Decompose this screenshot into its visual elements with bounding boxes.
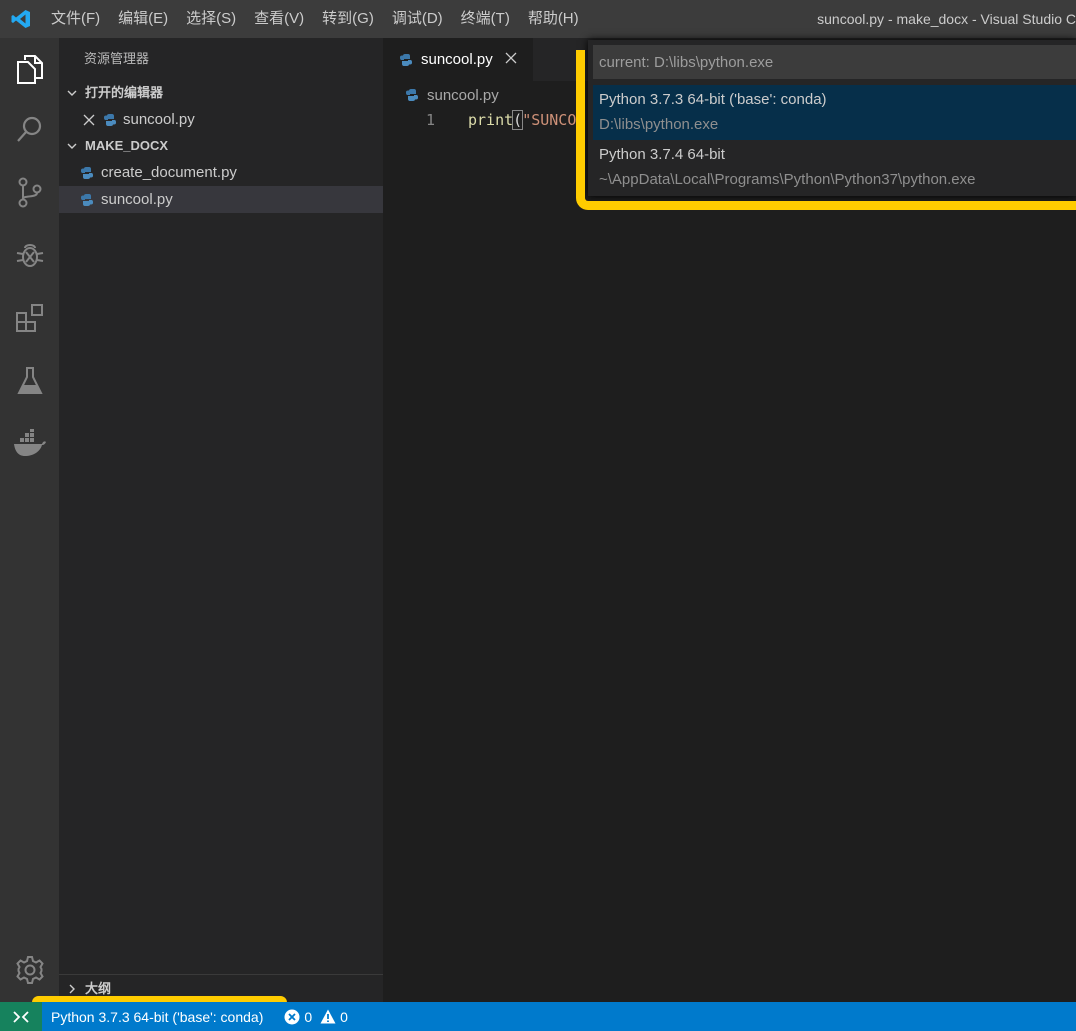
quick-pick-item-label: Python 3.7.4 64-bit — [599, 146, 725, 163]
quick-pick-input[interactable] — [593, 45, 1076, 79]
problems-status[interactable]: 0 0 — [272, 1009, 357, 1025]
chevron-right-icon — [59, 983, 85, 995]
vscode-logo-icon — [0, 0, 42, 38]
code-line[interactable]: 1 print("SUNCO — [383, 108, 576, 132]
code-paren-token: ( — [512, 110, 524, 130]
menu-terminal[interactable]: 终端(T) — [452, 0, 519, 38]
source-control-icon[interactable] — [0, 164, 59, 220]
test-flask-icon[interactable] — [0, 353, 59, 409]
python-file-icon — [99, 113, 121, 127]
settings-gear-icon[interactable] — [0, 942, 59, 998]
python-file-icon — [76, 193, 98, 207]
sidebar-title: 资源管理器 — [84, 51, 150, 66]
code-string-token: "SUNCO — [522, 111, 577, 129]
file-name: create_document.py — [101, 164, 237, 181]
remote-icon[interactable] — [0, 1002, 42, 1031]
python-file-icon — [399, 53, 413, 67]
menu-edit[interactable]: 编辑(E) — [109, 0, 177, 38]
menu-file[interactable]: 文件(F) — [42, 0, 109, 38]
folder-header[interactable]: MAKE_DOCX — [59, 133, 383, 159]
quick-pick-item[interactable]: Python 3.7.3 64-bit ('base': conda) D:\l… — [593, 85, 1076, 140]
quick-pick-item-label: Python 3.7.3 64-bit ('base': conda) — [599, 91, 827, 108]
file-item[interactable]: create_document.py — [59, 159, 383, 186]
open-editor-name: suncool.py — [123, 111, 195, 128]
window-title: suncool.py - make_docx - Visual Studio C — [817, 11, 1076, 27]
menu-view[interactable]: 查看(V) — [245, 0, 313, 38]
debug-icon[interactable] — [0, 227, 59, 283]
explorer-sidebar: 资源管理器 打开的编辑器 suncool.py MAKE_DOCX create… — [59, 38, 383, 1002]
docker-icon[interactable] — [0, 415, 59, 471]
error-count: 0 — [304, 1008, 313, 1025]
extensions-icon[interactable] — [0, 290, 59, 346]
file-name: suncool.py — [101, 191, 173, 208]
breadcrumb-file: suncool.py — [427, 86, 499, 104]
interpreter-quick-pick: Python 3.7.3 64-bit ('base': conda) D:\l… — [588, 40, 1076, 196]
close-tab-icon[interactable] — [505, 51, 517, 69]
menu-go[interactable]: 转到(G) — [313, 0, 383, 38]
warning-count: 0 — [340, 1008, 348, 1025]
python-file-icon — [405, 88, 419, 102]
title-bar: 文件(F) 编辑(E) 选择(S) 查看(V) 转到(G) 调试(D) 终端(T… — [0, 0, 1076, 38]
warning-icon — [320, 1009, 336, 1024]
close-editor-icon[interactable] — [79, 114, 99, 126]
search-icon[interactable] — [0, 101, 59, 157]
explorer-icon[interactable] — [0, 41, 59, 97]
breadcrumb[interactable]: suncool.py — [405, 84, 499, 106]
chevron-down-icon — [59, 87, 85, 99]
open-editor-item[interactable]: suncool.py — [59, 106, 383, 133]
tab-suncool[interactable]: suncool.py — [383, 38, 533, 81]
menu-help[interactable]: 帮助(H) — [519, 0, 588, 38]
python-interpreter-status[interactable]: Python 3.7.3 64-bit ('base': conda) — [42, 1009, 272, 1025]
python-file-icon — [76, 166, 98, 180]
quick-pick-item-detail: ~\AppData\Local\Programs\Python\Python37… — [599, 171, 976, 188]
code-text: print("SUNCO — [468, 110, 577, 130]
open-editors-label: 打开的编辑器 — [85, 85, 164, 100]
menu-selection[interactable]: 选择(S) — [177, 0, 245, 38]
quick-pick-item-detail: D:\libs\python.exe — [599, 116, 719, 133]
code-function-token: print — [468, 111, 514, 129]
status-bar: Python 3.7.3 64-bit ('base': conda) 0 0 — [0, 1002, 1076, 1031]
error-icon — [284, 1009, 300, 1025]
menu-debug[interactable]: 调试(D) — [383, 0, 452, 38]
file-item[interactable]: suncool.py — [59, 186, 383, 213]
line-number: 1 — [425, 111, 435, 129]
chevron-down-icon — [59, 140, 85, 152]
open-editors-header[interactable]: 打开的编辑器 — [59, 80, 383, 106]
folder-label: MAKE_DOCX — [85, 138, 169, 153]
tab-label: suncool.py — [421, 51, 493, 68]
activity-bar — [0, 38, 59, 1002]
menu-bar: 文件(F) 编辑(E) 选择(S) 查看(V) 转到(G) 调试(D) 终端(T… — [42, 0, 588, 38]
quick-pick-item[interactable]: Python 3.7.4 64-bit ~\AppData\Local\Prog… — [593, 140, 1076, 195]
